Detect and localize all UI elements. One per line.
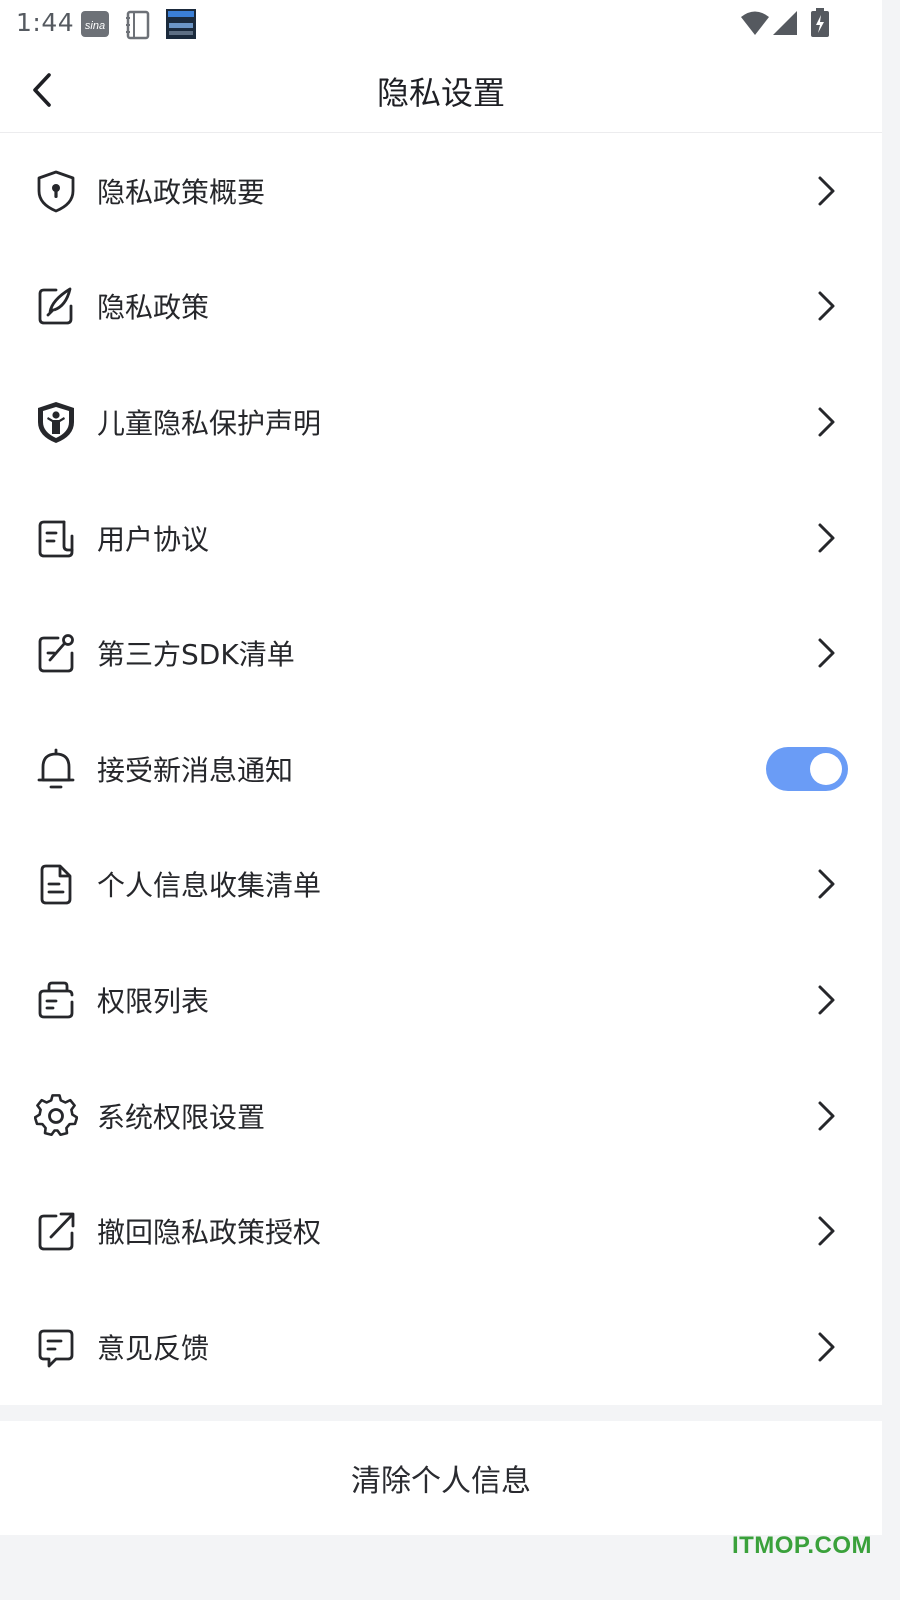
sina-icon: sina — [80, 10, 110, 42]
menu-item-child-privacy[interactable]: 儿童隐私保护声明 — [0, 364, 882, 480]
gear-icon — [34, 1093, 78, 1138]
wifi-icon — [740, 10, 770, 40]
toggle-knob — [810, 752, 842, 785]
menu-item-label: 意见反馈 — [97, 1331, 210, 1365]
menu-item-system-permission-settings[interactable]: 系统权限设置 — [0, 1058, 882, 1174]
menu-item-label: 撤回隐私政策授权 — [97, 1216, 322, 1250]
svg-text:sina: sina — [85, 20, 105, 32]
chevron-right-icon — [814, 866, 838, 902]
chevron-right-icon — [814, 288, 838, 324]
sdk-list-icon — [34, 631, 78, 675]
chevron-right-icon — [814, 404, 838, 440]
child-shield-icon — [34, 400, 78, 444]
signal-icon — [772, 10, 798, 40]
menu-item-third-party-sdk[interactable]: 第三方SDK清单 — [0, 595, 882, 711]
menu-item-label: 用户协议 — [97, 522, 210, 556]
menu-item-label: 系统权限设置 — [97, 1100, 266, 1134]
bell-icon — [34, 747, 78, 791]
menu-item-label: 接受新消息通知 — [97, 753, 294, 787]
chevron-right-icon — [814, 635, 838, 671]
agreement-doc-icon — [34, 516, 78, 560]
chevron-right-icon — [814, 1329, 838, 1365]
shield-lock-icon — [34, 169, 78, 213]
clear-personal-info-button[interactable]: 清除个人信息 — [0, 1421, 882, 1535]
feedback-chat-icon — [34, 1325, 78, 1369]
chevron-right-icon — [814, 1098, 838, 1134]
privacy-settings-page: 1:44 sina 隐私设置 隐私政策概要 隐私政策 儿童隐私保护声明 用户协议… — [0, 0, 882, 1568]
menu-item-label: 隐私政策 — [97, 291, 210, 325]
chevron-right-icon — [814, 982, 838, 1018]
battery-charging-icon — [809, 8, 831, 42]
page-title: 隐私设置 — [376, 74, 505, 112]
menu-item-user-agreement[interactable]: 用户协议 — [0, 480, 882, 596]
briefcase-list-icon — [34, 978, 78, 1022]
menu-item-personal-info-collection[interactable]: 个人信息收集清单 — [0, 827, 882, 943]
status-time: 1:44 — [16, 8, 75, 37]
file-list-icon — [34, 862, 78, 906]
menu-item-label: 个人信息收集清单 — [97, 869, 322, 903]
notification-toggle[interactable] — [766, 746, 848, 791]
menu-item-privacy-policy[interactable]: 隐私政策 — [0, 249, 882, 365]
export-revoke-icon — [34, 1209, 78, 1253]
clock-widget-icon — [166, 9, 196, 43]
menu-item-revoke-privacy-authorization[interactable]: 撤回隐私政策授权 — [0, 1173, 882, 1289]
menu-item-label: 隐私政策概要 — [97, 175, 266, 209]
menu-item-label: 第三方SDK清单 — [97, 638, 295, 672]
chevron-right-icon — [814, 173, 838, 209]
edit-document-icon — [34, 284, 78, 328]
settings-menu-list: 隐私政策概要 隐私政策 儿童隐私保护声明 用户协议 第三方SDK清单 接受新消息… — [0, 133, 882, 1405]
menu-item-new-message-notification: 接受新消息通知 — [0, 711, 882, 827]
menu-item-privacy-summary[interactable]: 隐私政策概要 — [0, 133, 882, 249]
watermark-text: ITMOP.COM — [731, 1532, 872, 1559]
nav-header: 隐私设置 — [0, 48, 882, 133]
status-bar: 1:44 sina — [0, 0, 882, 48]
menu-item-feedback[interactable]: 意见反馈 — [0, 1289, 882, 1405]
menu-item-label: 权限列表 — [97, 984, 210, 1018]
chevron-right-icon — [814, 1213, 838, 1249]
chevron-right-icon — [814, 520, 838, 556]
notebook-icon — [124, 10, 152, 44]
menu-item-label: 儿童隐私保护声明 — [97, 406, 322, 440]
clear-personal-info-label: 清除个人信息 — [351, 1464, 531, 1499]
menu-item-permission-list[interactable]: 权限列表 — [0, 942, 882, 1058]
